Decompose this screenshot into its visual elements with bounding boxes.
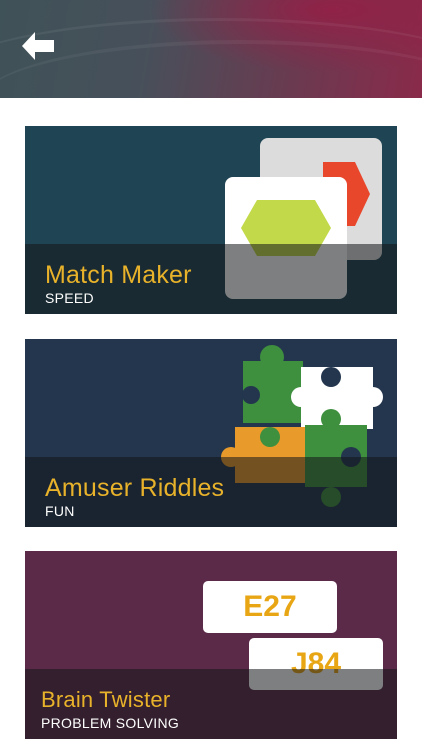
card-subtitle: PROBLEM SOLVING xyxy=(41,715,180,731)
card-title: Amuser Riddles xyxy=(45,474,225,502)
back-button[interactable] xyxy=(18,26,58,66)
game-card-brain-twister[interactable]: E27 J84 Brain Twister PROBLEM SOLVING xyxy=(25,551,397,739)
game-card-match-maker[interactable]: Match Maker SPEED xyxy=(25,126,397,314)
game-card-amuser-riddles[interactable]: Amuser Riddles FUN xyxy=(25,339,397,527)
card-title: Match Maker xyxy=(45,261,192,289)
card-title: Brain Twister xyxy=(41,687,171,712)
card-subtitle: FUN xyxy=(45,503,75,519)
code-badge: E27 xyxy=(203,581,337,633)
header-bar xyxy=(0,0,422,98)
card-subtitle: SPEED xyxy=(45,290,94,306)
arrow-left-icon xyxy=(22,32,54,60)
